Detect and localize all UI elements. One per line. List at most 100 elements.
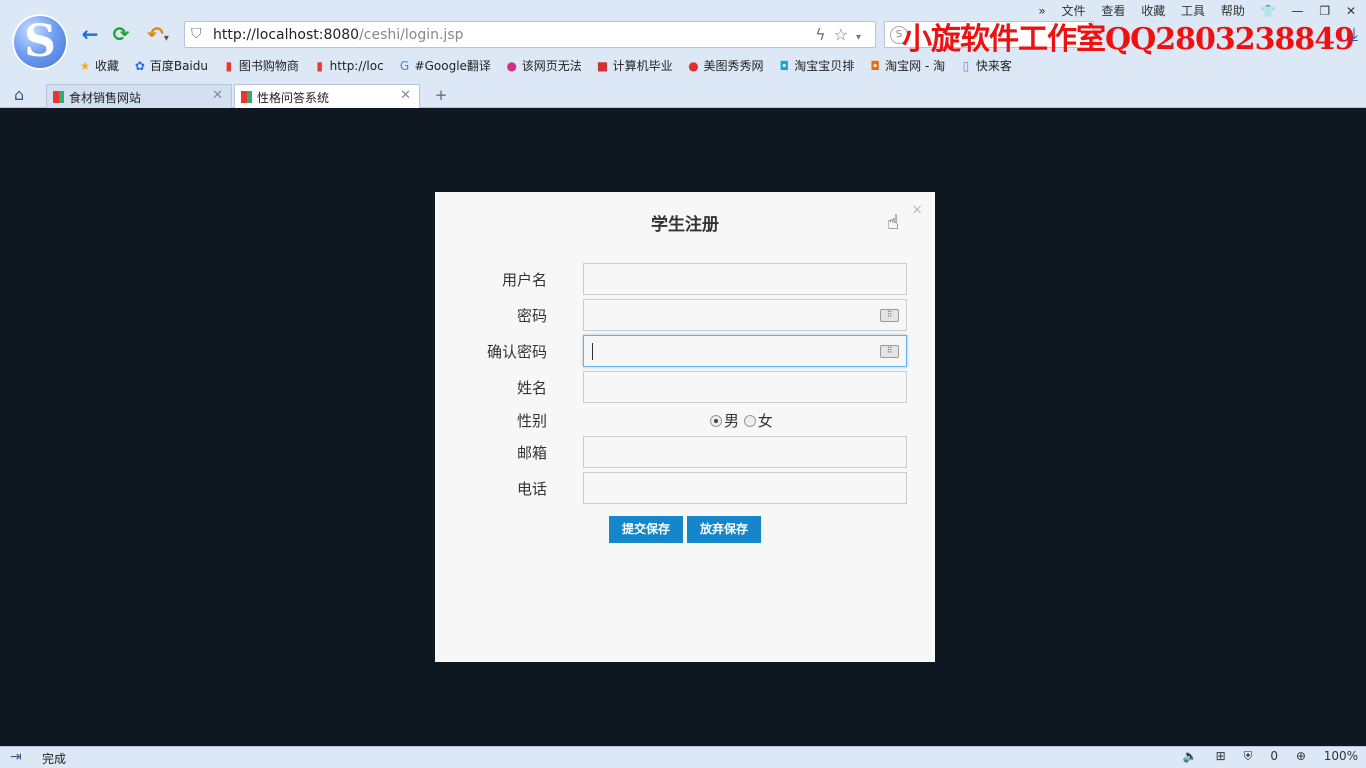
watermark-text: 小旋软件工作室QQ2803238849 [902,22,1355,57]
name-row: 姓名 [435,371,935,403]
menu-tools[interactable]: 工具 [1181,4,1205,18]
volume-icon[interactable]: 🔈 [1183,749,1198,763]
bookmark-item[interactable]: ▯ 快来客 [959,57,1012,74]
text-caret [592,343,593,360]
page-icon: ▮ [316,59,323,73]
download-icon[interactable]: ⤓ [1350,24,1358,45]
bookmark-item[interactable]: ✿ 百度Baidu [133,57,208,74]
phone-row: 电话 [435,472,935,504]
address-url: http://localhost:8080/ceshi/login.jsp [213,27,464,43]
gender-male-label: 男 [724,412,740,430]
name-input[interactable] [583,371,907,403]
zoom-control[interactable]: ⊕ 100% [1296,749,1358,763]
ad-block-icon[interactable]: ⛨ 0 [1244,749,1278,763]
toolbox-icon[interactable]: ⊞ [1216,749,1226,763]
baidu-icon: ✿ [134,59,145,73]
page-icon: ▮ [225,59,233,73]
back-icon[interactable]: ← [78,22,102,46]
gender-label: 性别 [516,412,547,430]
bookmarks-bar: ★ 收藏 ✿ 百度Baidu ▮ 图书购物商 ▮ http://loc G #Google… [78,57,1022,75]
gender-female-label: 女 [757,412,773,430]
close-icon[interactable]: ✕ [212,88,223,103]
dialog-title: 学生注册 [651,215,719,235]
email-input[interactable] [583,436,907,468]
tab-bar: ⌂ 食材销售网站 ✕ 性格问答系统 ✕ + [0,82,1366,108]
bookmark-item[interactable]: ▮ 图书购物商 [222,57,299,74]
doc-icon: ▯ [962,59,970,73]
keyboard-icon[interactable]: ⠿ [880,345,899,358]
cancel-button[interactable]: 放弃保存 [687,516,761,543]
hand-cursor-icon: ☝ [887,210,900,234]
phone-label: 电话 [516,480,547,498]
skin-icon[interactable]: 👕 [1261,4,1276,18]
close-icon[interactable]: × [911,202,923,218]
bookmark-item[interactable]: ■ 计算机毕业 [596,57,673,74]
bi-icon: ■ [596,59,609,73]
tab-label: 性格问答系统 [257,91,330,105]
taobao-icon: ◘ [779,59,790,73]
menu-favorites[interactable]: 收藏 [1141,4,1165,18]
gender-options: 男 女 [710,410,773,431]
menu-bar: » 文件 查看 收藏 工具 帮助 👕 — ❐ ✕ [1026,2,1356,19]
shield-icon: ⛉ [191,26,202,42]
menu-help[interactable]: 帮助 [1221,4,1245,18]
sogou-icon: ● [506,59,517,73]
register-dialog: 学生注册 × ☝ 用户名 密码 ⠿ 确认密码 ⠿ 姓名 性别 男 女 邮箱 电话… [435,192,935,662]
confirm-password-label: 确认密码 [486,343,547,361]
bookmark-item[interactable]: ● 该网页无法 [505,57,582,74]
submit-button[interactable]: 提交保存 [609,516,683,543]
undo-icon[interactable]: ↶▾ [140,22,176,46]
ad-block-count: 0 [1270,749,1278,763]
browser-chrome: S ← ⟳ ↶▾ ⛉ http://localhost:8080/ceshi/l… [0,0,1366,108]
close-window-icon[interactable]: ✕ [1346,4,1356,18]
page-content: 学生注册 × ☝ 用户名 密码 ⠿ 确认密码 ⠿ 姓名 性别 男 女 邮箱 电话… [0,108,1366,746]
menu-more[interactable]: » [1038,4,1045,18]
username-input[interactable] [583,263,907,295]
menu-view[interactable]: 查看 [1101,4,1125,18]
password-input[interactable]: ⠿ [583,299,907,331]
email-row: 邮箱 [435,436,935,468]
gender-male-radio[interactable] [710,415,722,427]
menu-file[interactable]: 文件 [1062,4,1086,18]
name-label: 姓名 [516,379,547,397]
meitu-icon: ● [688,59,699,73]
bookmark-item[interactable]: ▮ http://loc [313,59,383,73]
browser-logo: S [12,14,68,70]
google-translate-icon: G [399,59,410,73]
star-icon[interactable]: ☆ [834,25,856,44]
restore-icon[interactable]: ❐ [1319,4,1330,18]
confirm-password-row: 确认密码 ⠿ [435,335,935,367]
address-bar[interactable]: ⛉ http://localhost:8080/ceshi/login.jsp … [184,21,876,48]
keyboard-icon[interactable]: ⠿ [880,309,899,322]
lightning-icon[interactable]: ϟ [815,25,834,44]
tab-personality-qa[interactable]: 性格问答系统 ✕ [234,84,420,108]
zoom-level: 100% [1323,749,1358,763]
gender-row: 性别 男 女 [435,407,935,439]
username-label: 用户名 [501,271,547,289]
password-row: 密码 ⠿ [435,299,935,331]
status-bar: ⇥ 完成 🔈 ⊞ ⛨ 0 ⊕ 100% [0,746,1366,768]
minimize-icon[interactable]: — [1292,4,1304,18]
bookmark-item[interactable]: ● 美图秀秀网 [686,57,763,74]
status-text: 完成 [42,752,67,766]
star-icon: ★ [79,59,91,73]
bookmark-item[interactable]: ◘ 淘宝网 - 淘 [868,57,945,74]
new-tab-button[interactable]: + [430,86,452,106]
sidebar-toggle-icon[interactable]: ⇥ [10,749,22,765]
confirm-password-input[interactable]: ⠿ [583,335,907,367]
refresh-icon[interactable]: ⟳ [109,22,133,46]
bookmark-item[interactable]: G #Google翻译 [398,57,491,74]
email-label: 邮箱 [516,444,547,462]
bookmark-item[interactable]: ◘ 淘宝宝贝排 [777,57,855,74]
username-row: 用户名 [435,263,935,295]
gender-female-radio[interactable] [743,415,756,427]
chevron-down-icon[interactable]: ▾ [856,32,869,43]
password-label: 密码 [516,307,547,325]
tab-food-shop[interactable]: 食材销售网站 ✕ [46,84,232,108]
taobao-icon: ◘ [870,59,880,73]
tab-label: 食材销售网站 [69,91,142,105]
phone-input[interactable] [583,472,907,504]
bookmark-item[interactable]: ★ 收藏 [78,57,119,74]
home-icon[interactable]: ⌂ [14,85,24,104]
close-icon[interactable]: ✕ [400,88,411,103]
